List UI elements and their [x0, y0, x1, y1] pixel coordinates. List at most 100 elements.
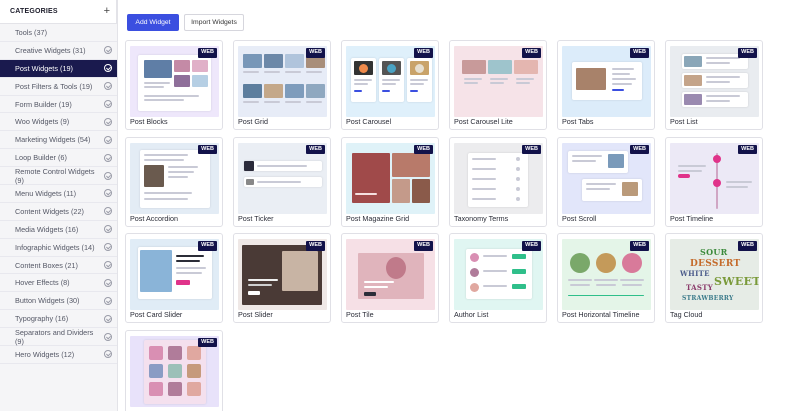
add-category-icon[interactable]: +	[104, 6, 110, 17]
widget-card[interactable]: WEB Post Blocks	[125, 40, 223, 130]
web-badge: WEB	[198, 144, 217, 154]
download-icon[interactable]	[104, 296, 112, 305]
download-icon[interactable]	[104, 261, 112, 270]
text-line	[612, 68, 634, 70]
download-icon[interactable]	[104, 117, 112, 126]
web-badge: WEB	[414, 241, 433, 251]
download-icon[interactable]	[104, 189, 112, 198]
text-line	[285, 101, 301, 103]
category-item[interactable]: Menu Widgets (11)	[0, 185, 117, 203]
widget-card[interactable]: WEB	[125, 329, 223, 411]
widget-card[interactable]: WEB Post Ticker	[233, 136, 331, 227]
category-item[interactable]: Tools (37)	[0, 24, 117, 42]
category-item[interactable]: Loop Builder (6)	[0, 149, 117, 168]
widget-card[interactable]: WEB Post Scroll	[557, 136, 655, 227]
category-item[interactable]: Post Widgets (19)	[0, 59, 117, 78]
category-item[interactable]: Post Filters & Tools (19)	[0, 78, 117, 96]
category-item[interactable]: Button Widgets (30)	[0, 292, 117, 311]
download-icon[interactable]	[104, 171, 112, 180]
widget-card[interactable]: SOUR DESSERT WHITE SWEET TASTY STRAWBERRY WEB T…	[665, 233, 763, 323]
category-item[interactable]: Remote Control Widgets (9)	[0, 167, 117, 186]
download-icon[interactable]	[104, 243, 112, 252]
widget-thumbnail: SOUR DESSERT WHITE SWEET TASTY STRAWBERRY WEB	[670, 239, 759, 310]
image-placeholder	[282, 251, 318, 291]
image-placeholder	[412, 178, 430, 203]
image-placeholder	[149, 363, 163, 378]
widget-card[interactable]: WEB Post Grid	[233, 40, 331, 130]
widget-card[interactable]: WEB Author List	[449, 233, 547, 323]
image-placeholder	[684, 94, 702, 105]
text-line	[176, 272, 202, 274]
download-icon[interactable]	[104, 207, 112, 216]
category-item[interactable]: Creative Widgets (31)	[0, 42, 117, 60]
category-item[interactable]: Woo Widgets (9)	[0, 113, 117, 132]
timeline-dot	[713, 154, 721, 163]
widget-thumbnail: WEB	[238, 46, 327, 117]
text-line	[364, 281, 394, 283]
category-item[interactable]: Typography (16)	[0, 310, 117, 329]
category-item[interactable]: Hero Widgets (12)	[0, 346, 117, 364]
text-line	[570, 284, 590, 286]
avatar	[596, 253, 616, 273]
widget-label: Post Horizontal Timeline	[562, 310, 640, 319]
count-dot	[516, 166, 520, 171]
text-line	[622, 284, 642, 286]
ticker-label	[244, 160, 254, 171]
download-icon[interactable]	[104, 46, 112, 55]
download-icon[interactable]	[104, 82, 112, 91]
widget-card[interactable]: WEB Post List	[665, 40, 763, 130]
download-icon[interactable]	[104, 314, 112, 323]
download-icon[interactable]	[104, 332, 112, 341]
widget-thumbnail: WEB	[130, 142, 219, 214]
tag-word: DESSERT	[690, 259, 741, 269]
text-line	[382, 90, 390, 92]
category-item[interactable]: Media Widgets (16)	[0, 221, 117, 239]
category-item[interactable]: Form Builder (19)	[0, 96, 117, 114]
text-line	[248, 279, 278, 281]
text-line	[490, 82, 504, 84]
category-item[interactable]: Marketing Widgets (54)	[0, 131, 117, 150]
widget-card[interactable]: WEB Post Magazine Grid	[341, 136, 439, 227]
widget-card[interactable]: WEB Post Horizontal Timeline	[557, 233, 655, 323]
download-icon[interactable]	[104, 225, 112, 234]
category-item[interactable]: Hover Effects (8)	[0, 274, 117, 293]
text-line	[612, 83, 632, 85]
image-placeholder	[192, 75, 208, 87]
add-widget-button[interactable]: Add Widget	[127, 14, 179, 31]
widget-thumbnail: WEB	[238, 239, 327, 310]
download-icon[interactable]	[104, 153, 112, 162]
widget-card[interactable]: WEB Post Slider	[233, 233, 331, 323]
download-icon[interactable]	[104, 100, 112, 108]
widget-card[interactable]: WEB Post Tile	[341, 233, 439, 323]
widget-thumbnail: WEB	[670, 46, 759, 117]
text-line	[176, 267, 206, 269]
text-line	[678, 164, 706, 167]
category-item[interactable]: Content Boxes (21)	[0, 257, 117, 275]
read-more-button	[248, 291, 260, 295]
widget-card[interactable]: WEB Post Accordion	[125, 136, 223, 227]
categories-title: CATEGORIES	[10, 8, 58, 15]
text-line	[144, 99, 184, 101]
widget-card[interactable]: WEB Taxonomy Terms	[449, 136, 547, 227]
web-badge: WEB	[738, 48, 757, 58]
download-icon[interactable]	[104, 64, 112, 73]
widget-card[interactable]: WEB Post Timeline	[665, 136, 763, 227]
widget-card[interactable]: WEB Post Card Slider	[125, 233, 223, 323]
download-icon[interactable]	[104, 135, 112, 144]
preview-panel	[572, 62, 642, 100]
widget-card[interactable]: WEB Post Tabs	[557, 40, 655, 130]
image-placeholder	[264, 54, 283, 68]
widget-card[interactable]: WEB Post Carousel	[341, 40, 439, 130]
widget-label: Post Ticker	[238, 213, 274, 223]
download-icon[interactable]	[104, 278, 112, 287]
text-line	[257, 164, 307, 167]
text-line	[706, 62, 730, 64]
text-line	[483, 255, 507, 257]
category-item[interactable]: Content Widgets (22)	[0, 203, 117, 221]
download-icon[interactable]	[104, 350, 112, 359]
widget-card[interactable]: WEB Post Carousel Lite	[449, 40, 547, 130]
web-badge: WEB	[738, 144, 757, 154]
import-widgets-button[interactable]: Import Widgets	[184, 14, 244, 31]
category-item[interactable]: Separators and Dividers (9)	[0, 328, 117, 347]
category-item[interactable]: Infographic Widgets (14)	[0, 239, 117, 257]
